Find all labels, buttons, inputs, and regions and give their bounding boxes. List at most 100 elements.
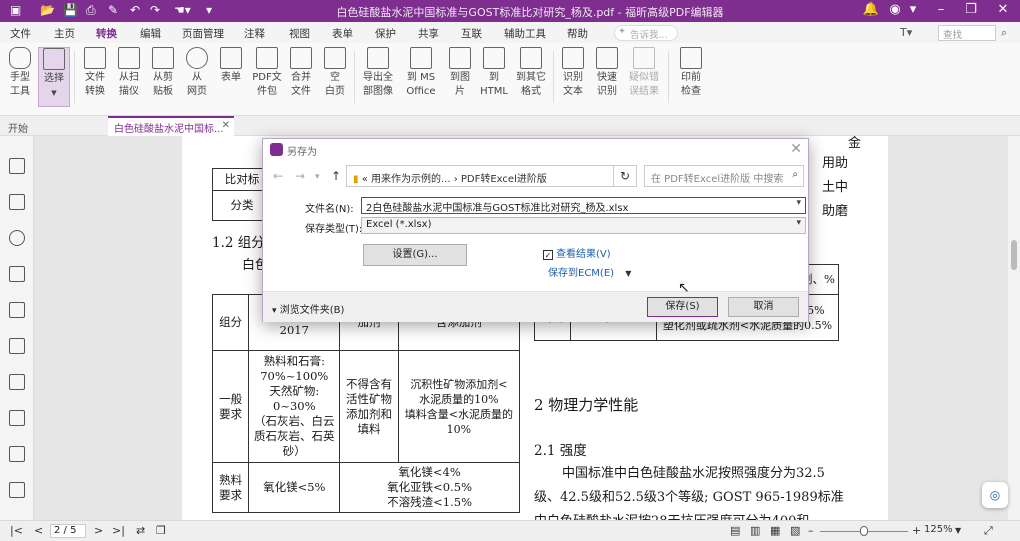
chevron-down-icon[interactable]: ▼ bbox=[955, 526, 961, 535]
menu-file[interactable]: 文件 bbox=[10, 26, 31, 41]
redo-icon[interactable]: ↷ bbox=[150, 3, 160, 17]
suspect-results-button[interactable]: 疑似错 误结果 bbox=[624, 47, 664, 107]
refresh-icon[interactable]: ↻ bbox=[613, 165, 637, 187]
print-icon[interactable]: ⎙ bbox=[86, 3, 96, 18]
next-page-icon[interactable]: > bbox=[94, 524, 103, 537]
menu-comment[interactable]: 注释 bbox=[244, 26, 265, 41]
save-button[interactable]: 保存(S) bbox=[647, 297, 718, 317]
zoom-slider-thumb[interactable] bbox=[860, 526, 868, 536]
zoom-out-icon[interactable]: – bbox=[808, 524, 814, 537]
bell-icon[interactable]: 🔔 bbox=[860, 2, 882, 20]
filename-field[interactable]: 2白色硅酸盐水泥中国标准与GOST标准比对研究_杨及.xlsx ▾ bbox=[361, 197, 806, 214]
two-page-view-icon[interactable]: ▦ bbox=[770, 524, 780, 537]
fullscreen-icon[interactable]: ⤢ bbox=[984, 524, 993, 538]
zoom-in-icon[interactable]: + bbox=[912, 524, 921, 537]
text-options-icon[interactable]: T▾ bbox=[900, 26, 912, 39]
filetype-select[interactable]: Excel (*.xlsx) ▾ bbox=[361, 217, 806, 234]
scrollbar-thumb[interactable] bbox=[1011, 240, 1017, 270]
close-icon[interactable]: ✕ bbox=[992, 2, 1014, 20]
quick-recognize-button[interactable]: 快速 识别 bbox=[590, 47, 624, 107]
lock-icon[interactable] bbox=[9, 338, 25, 354]
vertical-scrollbar[interactable] bbox=[1008, 136, 1020, 520]
edit-icon[interactable]: ✎ bbox=[108, 3, 118, 17]
chat-assistant-icon[interactable]: ◎ bbox=[982, 482, 1008, 508]
comments-icon[interactable] bbox=[9, 230, 25, 246]
app-logo-icon[interactable]: ▣ bbox=[10, 3, 21, 17]
single-page-view-icon[interactable]: ▤ bbox=[730, 524, 740, 537]
menu-convert[interactable]: 转换 bbox=[94, 26, 119, 45]
document-properties-icon[interactable] bbox=[9, 410, 25, 426]
tab-document[interactable]: 白色硅酸盐水泥中国标... ✕ bbox=[108, 116, 234, 136]
pages-icon[interactable] bbox=[9, 194, 25, 210]
from-clipboard-button[interactable]: 从剪 贴板 bbox=[146, 47, 180, 107]
rotate-icon[interactable]: ⇄ bbox=[136, 524, 145, 537]
to-ms-office-button[interactable]: 到 MS Office bbox=[400, 47, 442, 107]
hand-tool-button[interactable]: 手型 工具 bbox=[4, 47, 36, 107]
menu-page-management[interactable]: 页面管理 bbox=[182, 26, 224, 41]
open-icon[interactable]: 📂 bbox=[40, 3, 55, 17]
compare-icon[interactable] bbox=[9, 482, 25, 498]
fit-view-icon[interactable]: ▧ bbox=[790, 524, 800, 537]
copy-icon[interactable]: ❐ bbox=[156, 524, 166, 537]
browse-folders-toggle[interactable]: ▾ 浏览文件夹(B) bbox=[272, 301, 344, 316]
find-input[interactable]: 查找 bbox=[938, 25, 996, 41]
menu-protect[interactable]: 保护 bbox=[375, 26, 396, 41]
address-bar[interactable]: ▮ « 用来作为示例的... › PDF转Excel进阶版 bbox=[346, 165, 637, 187]
recent-dropdown-icon[interactable]: ▾ bbox=[315, 172, 320, 182]
minimize-icon[interactable]: – bbox=[930, 2, 952, 20]
menu-view[interactable]: 视图 bbox=[289, 26, 310, 41]
layers-icon[interactable] bbox=[9, 266, 25, 282]
form-button[interactable]: 表单 bbox=[214, 47, 248, 107]
save-to-ecm-dropdown[interactable]: 保存到ECM(E) ▼ bbox=[548, 264, 631, 279]
back-icon[interactable]: ← bbox=[273, 169, 283, 183]
settings-button[interactable]: 设置(G)... bbox=[363, 244, 467, 266]
account-dropdown-icon[interactable]: ▾ bbox=[902, 2, 924, 20]
export-all-images-button[interactable]: 导出全 部图像 bbox=[358, 47, 398, 107]
up-icon[interactable]: ↑ bbox=[331, 169, 341, 183]
signature-icon[interactable] bbox=[9, 446, 25, 462]
save-icon[interactable]: 💾 bbox=[63, 3, 78, 17]
page-number-input[interactable]: 2 / 5 bbox=[50, 524, 86, 538]
restore-icon[interactable]: ❐ bbox=[960, 2, 982, 20]
tab-start[interactable]: 开始 bbox=[8, 120, 28, 135]
chevron-down-icon[interactable]: ▾ bbox=[796, 198, 801, 208]
last-page-icon[interactable]: >| bbox=[112, 524, 125, 537]
cancel-button[interactable]: 取消 bbox=[728, 297, 799, 317]
preflight-button[interactable]: 印前 检查 bbox=[674, 47, 708, 107]
search-icon[interactable]: ⌕ bbox=[1001, 26, 1007, 40]
close-tab-icon[interactable]: ✕ bbox=[222, 120, 230, 131]
select-tool-button[interactable]: 选择 ▼ bbox=[38, 47, 70, 107]
continuous-view-icon[interactable]: ▥ bbox=[750, 524, 760, 537]
recognize-text-button[interactable]: 识别 文本 bbox=[556, 47, 590, 107]
menu-home[interactable]: 主页 bbox=[54, 26, 75, 41]
menu-edit[interactable]: 编辑 bbox=[140, 26, 161, 41]
merge-files-button[interactable]: 合并 文件 bbox=[284, 47, 318, 107]
from-webpage-button[interactable]: 从 网页 bbox=[180, 47, 214, 107]
tell-me-input[interactable]: ✦ 告诉我... bbox=[614, 25, 678, 41]
pdf-portfolio-button[interactable]: PDF文 件包 bbox=[248, 47, 286, 107]
close-icon[interactable]: ✕ bbox=[790, 141, 802, 157]
checkbox-icon[interactable]: ✓ bbox=[543, 250, 553, 260]
menu-connect[interactable]: 互联 bbox=[461, 26, 482, 41]
first-page-icon[interactable]: |< bbox=[10, 524, 23, 537]
previous-page-icon[interactable]: < bbox=[34, 524, 43, 537]
menu-accessibility[interactable]: 辅助工具 bbox=[504, 26, 546, 41]
attachment-icon[interactable] bbox=[9, 302, 25, 318]
from-scanner-button[interactable]: 从扫 描仪 bbox=[112, 47, 146, 107]
file-convert-button[interactable]: 文件 转换 bbox=[78, 47, 112, 107]
zoom-level[interactable]: 125% bbox=[924, 524, 953, 535]
to-html-button[interactable]: 到 HTML bbox=[476, 47, 512, 107]
undo-icon[interactable]: ↶ bbox=[130, 3, 140, 17]
menu-share[interactable]: 共享 bbox=[418, 26, 439, 41]
menu-form[interactable]: 表单 bbox=[332, 26, 353, 41]
blank-page-button[interactable]: 空 白页 bbox=[318, 47, 352, 107]
forward-icon[interactable]: → bbox=[295, 169, 305, 183]
view-result-checkbox[interactable]: ✓ 查看结果(V) bbox=[543, 245, 611, 260]
bookmark-icon[interactable] bbox=[9, 158, 25, 174]
to-other-format-button[interactable]: 到其它 格式 bbox=[512, 47, 550, 107]
hand-icon[interactable]: ☚▾ bbox=[174, 3, 191, 17]
customize-icon[interactable]: ▾ bbox=[206, 3, 212, 17]
security-icon[interactable] bbox=[9, 374, 25, 390]
menu-help[interactable]: 帮助 bbox=[567, 26, 588, 41]
to-image-button[interactable]: 到图 片 bbox=[444, 47, 476, 107]
